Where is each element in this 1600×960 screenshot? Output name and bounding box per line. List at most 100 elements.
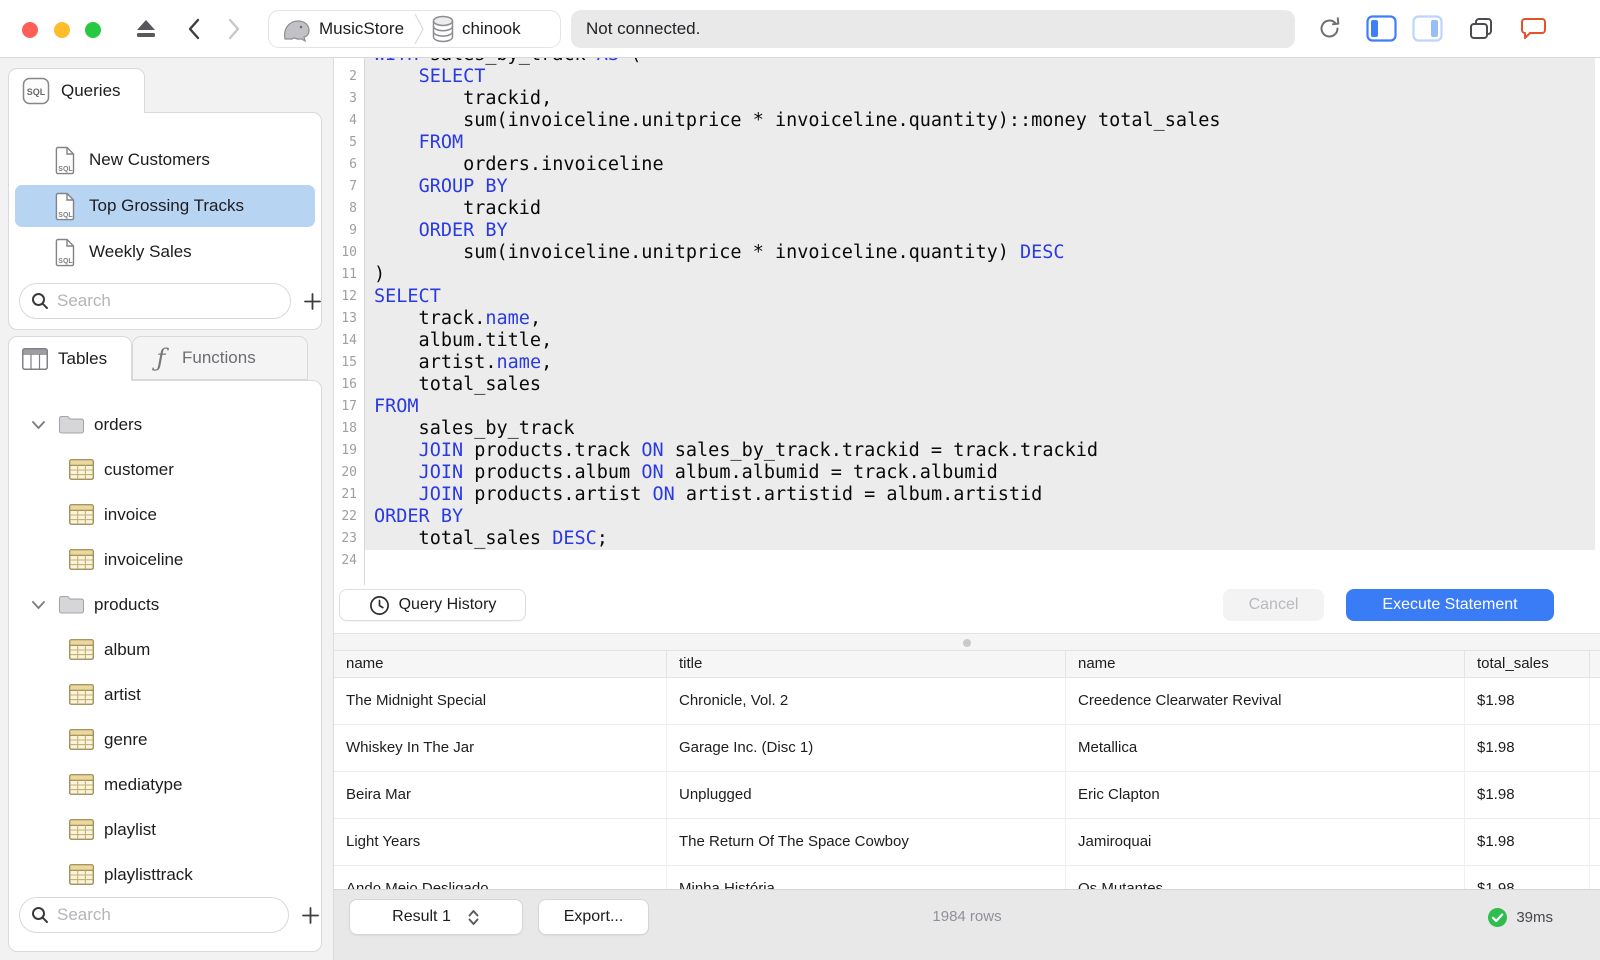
result-row[interactable]: Light Years The Return Of The Space Cowbo…	[334, 819, 1600, 866]
execute-statement-button[interactable]: Execute Statement	[1346, 589, 1554, 621]
toggle-right-sidebar-icon[interactable]	[1412, 15, 1443, 42]
code-line[interactable]: 10 sum(invoiceline.unitprice * invoiceli…	[334, 242, 1600, 264]
query-item[interactable]: SQL New Customers	[15, 139, 315, 181]
code-line[interactable]: 8 trackid	[334, 198, 1600, 220]
result-cell[interactable]: Light Years	[334, 819, 667, 866]
cancel-button[interactable]: Cancel	[1223, 589, 1324, 621]
result-cell[interactable]: Metallica	[1066, 725, 1465, 772]
result-cell[interactable]: Chronicle, Vol. 2	[667, 678, 1066, 725]
code-line[interactable]: 4 sum(invoiceline.unitprice * invoicelin…	[334, 110, 1600, 132]
result-cell[interactable]: $1.98	[1465, 866, 1590, 889]
eject-icon[interactable]	[134, 18, 158, 40]
table-row[interactable]: mediatype	[9, 762, 321, 807]
toggle-left-sidebar-icon[interactable]	[1366, 15, 1397, 42]
code-line[interactable]: 9 ORDER BY	[334, 220, 1600, 242]
code-line[interactable]: 7 GROUP BY	[334, 176, 1600, 198]
result-cell[interactable]: Os Mutantes	[1066, 866, 1465, 889]
code-line[interactable]: 14 album.title,	[334, 330, 1600, 352]
code-line[interactable]: 5 FROM	[334, 132, 1600, 154]
code-line[interactable]: 19 JOIN products.track ON sales_by_track…	[334, 440, 1600, 462]
table-search-input[interactable]	[57, 905, 267, 925]
code-line[interactable]: 12 SELECT	[334, 286, 1600, 308]
breadcrumb-server[interactable]: MusicStore	[319, 19, 404, 39]
add-table-button[interactable]	[299, 904, 321, 926]
result-cell[interactable]: The Return Of The Space Cowboy	[667, 819, 1066, 866]
breadcrumb-database[interactable]: chinook	[462, 19, 521, 39]
windows-icon[interactable]	[1467, 15, 1496, 42]
code-line[interactable]: 24	[334, 550, 1600, 572]
refresh-icon[interactable]	[1316, 15, 1343, 42]
result-row[interactable]: The Midnight Special Chronicle, Vol. 2 Cre…	[334, 678, 1600, 725]
code-line[interactable]: 17 FROM	[334, 396, 1600, 418]
tab-functions[interactable]: ƒ Functions	[132, 336, 308, 380]
result-cell[interactable]: Beira Mar	[334, 772, 667, 819]
result-row[interactable]: Ando Meio Desligado Minha História Os Muta…	[334, 866, 1600, 889]
table-row[interactable]: genre	[9, 717, 321, 762]
code-line[interactable]: 23 total_sales DESC;	[334, 528, 1600, 550]
result-cell[interactable]: $1.98	[1465, 819, 1590, 866]
table-row[interactable]: invoiceline	[9, 537, 321, 582]
back-button[interactable]	[186, 18, 202, 40]
result-cell[interactable]: Ando Meio Desligado	[334, 866, 667, 889]
result-cell[interactable]: The Midnight Special	[334, 678, 667, 725]
query-item[interactable]: SQL Top Grossing Tracks	[15, 185, 315, 227]
minimize-window-button[interactable]	[54, 22, 70, 38]
result-selector[interactable]: Result 1	[349, 899, 523, 935]
column-header[interactable]: name	[1066, 651, 1465, 678]
column-header[interactable]: total_sales	[1465, 651, 1590, 678]
schema-folder-row[interactable]: orders	[9, 402, 321, 447]
result-cell[interactable]: Eric Clapton	[1066, 772, 1465, 819]
query-item[interactable]: SQL Weekly Sales	[15, 231, 315, 273]
result-cell[interactable]: Garage Inc. (Disc 1)	[667, 725, 1066, 772]
tab-tables[interactable]: Tables	[8, 336, 132, 381]
result-row[interactable]: Beira Mar Unplugged Eric Clapton $1.98	[334, 772, 1600, 819]
query-search-input[interactable]	[57, 291, 267, 311]
forward-button[interactable]	[226, 18, 242, 40]
result-row[interactable]: Whiskey In The Jar Garage Inc. (Disc 1) Me…	[334, 725, 1600, 772]
column-header[interactable]: title	[667, 651, 1066, 678]
code-line[interactable]: 16 total_sales	[334, 374, 1600, 396]
result-cell[interactable]: $1.98	[1465, 725, 1590, 772]
code-line[interactable]: 2 SELECT	[334, 66, 1600, 88]
result-cell[interactable]: Whiskey In The Jar	[334, 725, 667, 772]
table-row[interactable]: artist	[9, 672, 321, 717]
code-line[interactable]: 15 artist.name,	[334, 352, 1600, 374]
tab-queries[interactable]: SQL Queries	[8, 68, 145, 113]
chevron-down-icon[interactable]	[31, 420, 46, 430]
code-line[interactable]: 21 JOIN products.artist ON artist.artist…	[334, 484, 1600, 506]
column-header[interactable]: name	[334, 651, 667, 678]
table-row[interactable]: playlisttrack	[9, 852, 321, 886]
chevron-down-icon[interactable]	[31, 600, 46, 610]
code-line[interactable]: 11)	[334, 264, 1600, 286]
table-row[interactable]: album	[9, 627, 321, 672]
code-line[interactable]: 18 sales_by_track	[334, 418, 1600, 440]
table-row[interactable]: invoice	[9, 492, 321, 537]
query-history-button[interactable]: Query History	[339, 589, 526, 621]
code-line[interactable]: 20 JOIN products.album ON album.albumid …	[334, 462, 1600, 484]
table-row[interactable]: customer	[9, 447, 321, 492]
schema-folder-row[interactable]: products	[9, 582, 321, 627]
splitter-handle[interactable]	[963, 639, 971, 647]
zoom-window-button[interactable]	[85, 22, 101, 38]
result-cell[interactable]: Jamiroquai	[1066, 819, 1465, 866]
code-line[interactable]: 6 orders.invoiceline	[334, 154, 1600, 176]
result-cell[interactable]: $1.98	[1465, 772, 1590, 819]
code-line[interactable]: 3 trackid,	[334, 88, 1600, 110]
splitter[interactable]	[334, 633, 1600, 651]
result-cell[interactable]: $1.98	[1465, 678, 1590, 725]
add-query-button[interactable]	[301, 290, 323, 312]
result-cell[interactable]: Minha História	[667, 866, 1066, 889]
code-line[interactable]: 22 ORDER BY	[334, 506, 1600, 528]
code-text: track.name,	[365, 308, 1595, 330]
code-line[interactable]: 1 WITH sales_by_track AS (	[334, 58, 1600, 66]
query-search[interactable]	[19, 283, 291, 319]
close-window-button[interactable]	[22, 22, 38, 38]
result-cell[interactable]: Creedence Clearwater Revival	[1066, 678, 1465, 725]
table-search[interactable]	[19, 897, 290, 933]
feedback-chat-icon[interactable]	[1518, 15, 1549, 42]
export-button[interactable]: Export...	[538, 899, 649, 935]
table-row[interactable]: playlist	[9, 807, 321, 852]
sql-editor[interactable]: 1WITH sales_by_track AS (2 SELECT3 track…	[334, 58, 1600, 585]
result-cell[interactable]: Unplugged	[667, 772, 1066, 819]
code-line[interactable]: 13 track.name,	[334, 308, 1600, 330]
